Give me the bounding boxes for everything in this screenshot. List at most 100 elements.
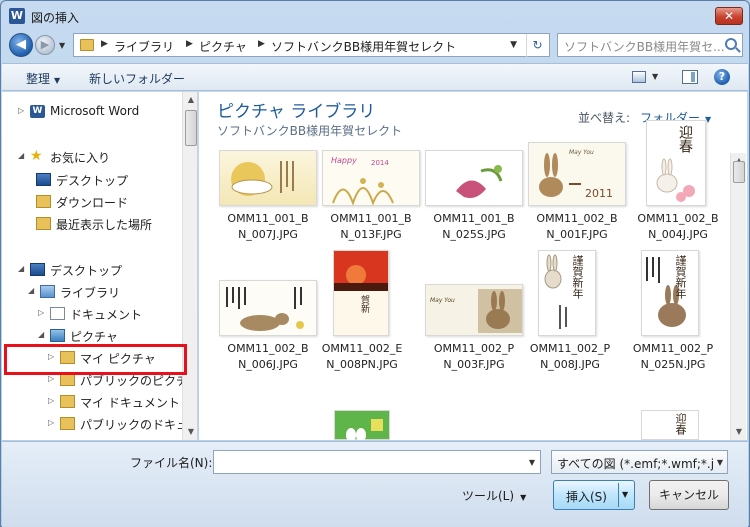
- view-options-icon[interactable]: [632, 71, 646, 83]
- chevron-down-icon[interactable]: ▼: [622, 490, 628, 499]
- file-name-line2: N_008PN.JPG: [326, 358, 398, 371]
- expand-icon[interactable]: ▷: [48, 418, 58, 427]
- nav-scrollbar[interactable]: ▲ ▼: [182, 92, 197, 440]
- tools-button[interactable]: ツール(L) ▼: [462, 487, 526, 504]
- chevron-right-icon[interactable]: ▶: [258, 39, 265, 49]
- search-placeholder: ソフトバンクBB様用年賀セ...: [564, 40, 725, 54]
- highlight-annotation: [4, 344, 187, 375]
- chevron-down-icon: ▼: [54, 76, 61, 85]
- filename-input[interactable]: ▼: [213, 450, 541, 474]
- nav-item-label: パブリックのドキュメント: [80, 418, 197, 432]
- file-name-line1: OMM11_001_B: [227, 212, 309, 225]
- file-name-line1: OMM11_002_P: [632, 342, 714, 355]
- chevron-down-icon[interactable]: ▼: [529, 458, 535, 467]
- pictures-icon: [50, 329, 65, 342]
- file-thumbnail[interactable]: 賀新 OMM11_002_E N_008PN.JPG: [322, 250, 402, 392]
- new-folder-button[interactable]: 新しいフォルダー: [89, 70, 185, 87]
- scroll-down-icon[interactable]: ▼: [731, 424, 747, 440]
- card-text: 迎春: [677, 125, 693, 153]
- collapse-icon[interactable]: ◢: [18, 264, 28, 273]
- card-text: 2011: [585, 187, 613, 200]
- file-list-pane: ピクチャ ライブラリ ソフトバンクBB様用年賀セレクト 並べ替え: フォルダー ▼…: [199, 92, 747, 440]
- insert-picture-dialog: W 図の挿入 ✕ ◀ ▶ ▼ ▶ ライブラリ ▶ ピクチャ ▶ ソフトバンクBB…: [0, 0, 750, 527]
- file-name-line2: N_025N.JPG: [640, 358, 706, 371]
- file-thumbnail[interactable]: OMM11_002_B N_006J.JPG: [219, 280, 317, 392]
- arrow-left-icon: ◀: [16, 37, 26, 52]
- preview-pane-icon[interactable]: [682, 70, 698, 84]
- expand-icon[interactable]: ▷: [38, 308, 48, 317]
- file-thumbnail[interactable]: May You OMM11_002_P N_003F.JPG: [425, 280, 523, 392]
- recent-places-icon: [36, 217, 51, 230]
- expand-icon[interactable]: ▷: [48, 396, 58, 405]
- forward-button[interactable]: ▶: [35, 35, 55, 55]
- file-list-scrollbar[interactable]: ▲ ▼: [730, 153, 746, 440]
- file-thumbnail[interactable]: OMM11_001_B N_025S.JPG: [425, 150, 523, 262]
- file-thumbnail[interactable]: 迎春: [641, 410, 739, 440]
- expand-icon[interactable]: ▷: [48, 374, 58, 383]
- address-dropdown-icon[interactable]: ▼: [510, 40, 517, 50]
- address-field[interactable]: ▶ ライブラリ ▶ ピクチャ ▶ ソフトバンクBB様用年賀セレクト ▼ ↻: [73, 33, 550, 58]
- documents-icon: [50, 307, 65, 320]
- address-bar: ◀ ▶ ▼ ▶ ライブラリ ▶ ピクチャ ▶ ソフトバンクBB様用年賀セレクト …: [9, 33, 743, 59]
- scroll-up-icon[interactable]: ▲: [183, 92, 197, 108]
- file-preview-image: May You 2011: [528, 142, 626, 206]
- file-thumbnail[interactable]: OMM11_001_B N_007J.JPG: [219, 150, 317, 262]
- file-thumbnail[interactable]: 謹賀新年 OMM11_002_P N_025N.JPG: [633, 250, 713, 392]
- file-preview-image: 迎春: [646, 120, 706, 206]
- arrow-right-icon: ▶: [40, 38, 50, 51]
- word-app-icon: W: [9, 8, 25, 24]
- refresh-button[interactable]: ↻: [526, 34, 548, 58]
- file-name-line1: OMM11_002_B: [536, 212, 618, 225]
- card-illustration: [456, 165, 503, 198]
- card-illustration: [226, 287, 304, 331]
- nav-item-label: Microsoft Word: [50, 104, 140, 118]
- dialog-footer: ファイル名(N): ▼ すべての図 (*.emf;*.wmf;*.j ▼ ツール…: [2, 441, 748, 527]
- file-name-line2: N_001F.JPG: [546, 228, 608, 241]
- file-name-line1: OMM11_002_E: [321, 342, 403, 355]
- breadcrumb-library[interactable]: ライブラリ: [114, 38, 174, 55]
- file-preview-image: 謹賀新年: [538, 250, 596, 336]
- card-text: 賀新: [359, 295, 369, 313]
- breadcrumb-pictures[interactable]: ピクチャ: [199, 38, 247, 55]
- folder-icon: [60, 417, 75, 430]
- search-input[interactable]: ソフトバンクBB様用年賀セ...: [557, 33, 743, 57]
- organize-button[interactable]: 整理 ▼: [26, 70, 60, 87]
- search-icon[interactable]: [725, 38, 737, 50]
- cancel-button[interactable]: キャンセル: [649, 480, 729, 510]
- download-folder-icon: [36, 195, 51, 208]
- scroll-down-icon[interactable]: ▼: [183, 424, 197, 440]
- library-subtitle: ソフトバンクBB様用年賀セレクト: [217, 124, 403, 138]
- help-icon[interactable]: ?: [714, 69, 730, 85]
- file-thumbnail[interactable]: 謹賀新年 OMM11_002_P N_008J.JPG: [530, 250, 610, 392]
- scroll-thumb[interactable]: [733, 161, 745, 183]
- file-name-line2: N_013F.JPG: [340, 228, 402, 241]
- back-button[interactable]: ◀: [9, 33, 33, 57]
- expand-icon[interactable]: ▷: [18, 106, 28, 115]
- insert-button[interactable]: 挿入(S) ▼: [553, 480, 635, 510]
- card-illustration: [334, 251, 388, 291]
- chevron-down-icon[interactable]: ▼: [652, 72, 658, 81]
- title-bar: W 図の挿入 ✕: [1, 1, 749, 31]
- file-preview-image: Happy 2014: [322, 150, 420, 206]
- command-bar: 整理 ▼ 新しいフォルダー ▼ ?: [2, 63, 748, 91]
- file-thumbnail[interactable]: 迎春 OMM11_002_B N_004J.JPG: [637, 120, 719, 262]
- chevron-right-icon[interactable]: ▶: [101, 39, 108, 49]
- card-text: 2014: [371, 159, 389, 167]
- sort-label: 並べ替え:: [578, 111, 631, 125]
- close-button[interactable]: ✕: [715, 7, 743, 25]
- chevron-down-icon: ▼: [716, 458, 723, 467]
- file-thumbnail[interactable]: [334, 410, 432, 440]
- chevron-right-icon[interactable]: ▶: [186, 39, 193, 49]
- collapse-icon[interactable]: ◢: [18, 151, 28, 160]
- recent-pages-dropdown[interactable]: ▼: [59, 41, 65, 50]
- collapse-icon[interactable]: ◢: [28, 286, 38, 295]
- collapse-icon[interactable]: ◢: [38, 330, 48, 339]
- scroll-thumb[interactable]: [185, 110, 197, 146]
- file-name-line1: OMM11_002_P: [433, 342, 515, 355]
- file-type-select[interactable]: すべての図 (*.emf;*.wmf;*.j ▼: [551, 450, 728, 474]
- breadcrumb-folder[interactable]: ソフトバンクBB様用年賀セレクト: [271, 38, 456, 55]
- refresh-icon: ↻: [532, 38, 543, 52]
- file-thumbnail[interactable]: May You 2011 OMM11_002_B N_001F.JPG: [528, 142, 626, 262]
- file-name-line1: OMM11_001_B: [433, 212, 515, 225]
- file-thumbnail[interactable]: Happy 2014 OMM11_001_B N_013F.JPG: [322, 150, 420, 262]
